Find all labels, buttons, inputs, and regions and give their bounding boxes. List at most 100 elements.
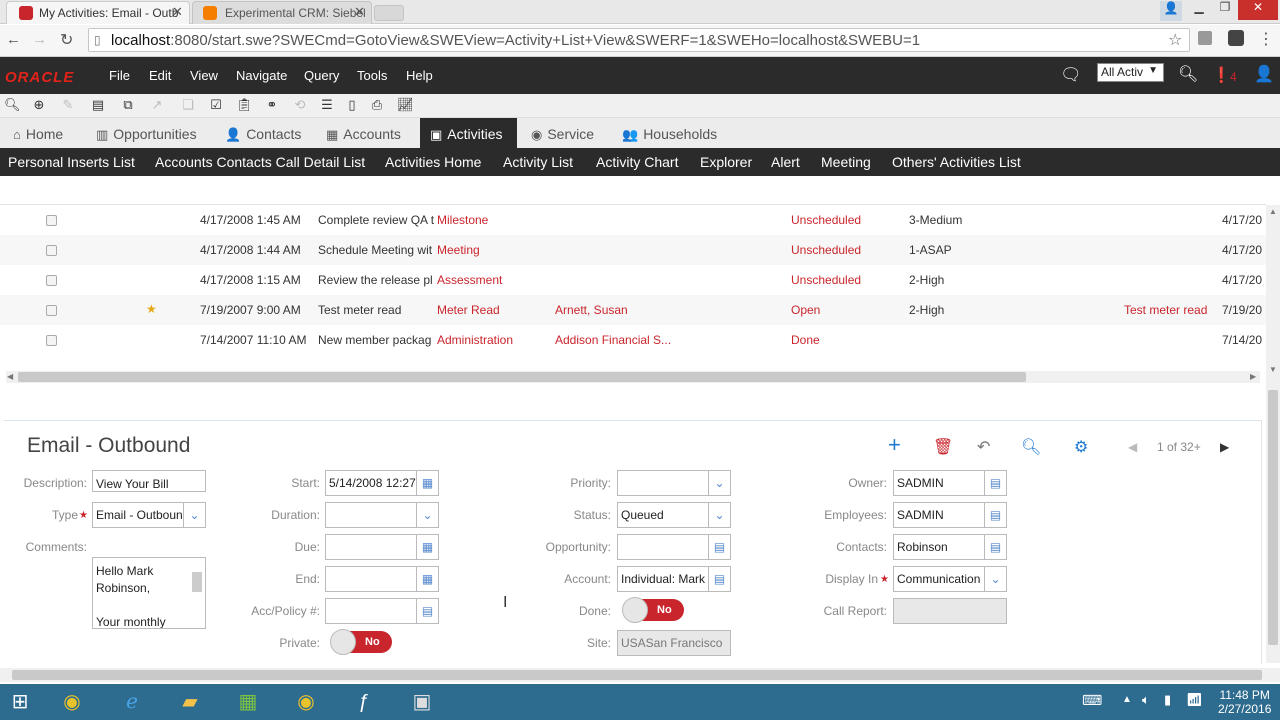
table-row[interactable]: 4/17/2008 1:15 AM Review the release pl As… <box>0 265 1266 295</box>
user-icon[interactable]: 👤 <box>1254 64 1274 84</box>
table-row[interactable]: 4/17/2008 1:45 AM Complete review QA t Mil… <box>0 205 1266 235</box>
spreadsheet-icon[interactable]: ▦ <box>228 686 268 718</box>
tab-opportunities[interactable]: ▥ Opportunities <box>96 126 197 143</box>
list-icon[interactable]: ▤ <box>90 97 106 113</box>
view-tab-explorer[interactable]: Explorer <box>700 154 752 170</box>
network-icon[interactable]: 📶︎ <box>1186 692 1203 708</box>
notification-icon[interactable]: ❗ <box>1212 66 1231 84</box>
menu-tools[interactable]: Tools <box>357 68 387 83</box>
scroll-down-icon[interactable]: ▼ <box>1269 365 1277 374</box>
contacts-field[interactable]: Robinson <box>893 534 985 560</box>
cell-contact[interactable]: Arnett, Susan <box>555 303 675 317</box>
cell-status[interactable]: Unscheduled <box>791 243 891 257</box>
battery-icon[interactable]: ▮ <box>1164 692 1171 708</box>
menu-edit[interactable]: Edit <box>149 68 171 83</box>
due-calendar-button[interactable]: ▦ <box>417 534 439 560</box>
employees-picker[interactable]: ▤ <box>985 502 1007 528</box>
comments-textarea[interactable]: Hello Mark Robinson, Your monthly <box>92 557 206 629</box>
row-select-checkbox[interactable] <box>46 305 57 316</box>
star-icon[interactable]: ★ <box>146 302 157 316</box>
table-row[interactable]: 7/14/2007 11:10 AM New member packag Admin… <box>0 325 1266 355</box>
menu-query[interactable]: Query <box>304 68 339 83</box>
duration-dropdown[interactable]: ⌄ <box>417 502 439 528</box>
scrollbar-thumb[interactable] <box>1268 390 1278 645</box>
view-tab-activities-home[interactable]: Activities Home <box>385 154 481 170</box>
undo-icon[interactable]: ↶ <box>977 437 990 457</box>
query-icon[interactable]: 🔍︎ <box>1021 437 1041 457</box>
owner-picker[interactable]: ▤ <box>985 470 1007 496</box>
browser-tab-activities[interactable]: My Activities: Email - Outb <box>6 1 190 24</box>
tab-activities[interactable]: ▣ Activities <box>430 126 503 143</box>
menu-view[interactable]: View <box>190 68 218 83</box>
cell-status[interactable]: Unscheduled <box>791 213 891 227</box>
end-calendar-button[interactable]: ▦ <box>417 566 439 592</box>
cell-status[interactable]: Open <box>791 303 891 317</box>
clipboard-icon[interactable]: 📋︎ <box>236 97 253 113</box>
tab-accounts[interactable]: ▦ Accounts <box>326 126 401 143</box>
cell-contact[interactable]: Addison Financial S... <box>555 333 675 347</box>
cell-status[interactable]: Done <box>791 333 891 347</box>
contacts-picker[interactable]: ▤ <box>985 534 1007 560</box>
start-field[interactable]: 5/14/2008 12:27 <box>325 470 417 496</box>
owner-field[interactable]: SADMIN <box>893 470 985 496</box>
view-tab-call-detail[interactable]: Accounts Contacts Call Detail List <box>155 154 365 170</box>
view-tab-personal-inserts[interactable]: Personal Inserts List <box>8 154 135 170</box>
search-scope-select[interactable]: All Activ ▼ <box>1097 63 1164 82</box>
edit-icon[interactable]: ✎ <box>60 97 76 113</box>
tab-home[interactable]: ⌂ Home <box>13 126 63 142</box>
row-select-checkbox[interactable] <box>46 275 57 286</box>
search-icon[interactable]: 🔍︎ <box>1178 64 1198 84</box>
reload-icon[interactable]: ↻ <box>60 30 73 50</box>
status-dropdown[interactable]: ⌄ <box>709 502 731 528</box>
new-tab-button[interactable] <box>374 5 404 21</box>
menu-navigate[interactable]: Navigate <box>236 68 287 83</box>
sitemap-icon[interactable]: ⧉ <box>120 97 136 113</box>
acc-policy-picker[interactable]: ▤ <box>417 598 439 624</box>
system-clock[interactable]: 11:48 PM 2/27/2016 <box>1218 688 1271 716</box>
view-tab-others-activities[interactable]: Others' Activities List <box>892 154 1021 170</box>
close-tab-icon[interactable]: ✕ <box>172 4 183 20</box>
due-field[interactable] <box>325 534 417 560</box>
chrome-icon[interactable]: ◉ <box>52 686 92 718</box>
view-tab-meeting[interactable]: Meeting <box>821 154 871 170</box>
attach-icon[interactable]: ⚭ <box>264 97 280 113</box>
cell-type[interactable]: Milestone <box>437 213 547 227</box>
done-toggle[interactable]: No <box>622 597 684 623</box>
view-tab-activity-list[interactable]: Activity List <box>503 154 573 170</box>
back-arrow-icon[interactable]: ← <box>6 31 21 48</box>
user-profile-icon[interactable]: 👤 <box>1160 1 1182 21</box>
account-field[interactable]: Individual: Mark <box>617 566 709 592</box>
cell-type[interactable]: Administration <box>437 333 547 347</box>
cell-type[interactable]: Assessment <box>437 273 547 287</box>
description-field[interactable]: View Your Bill <box>92 470 206 492</box>
type-dropdown[interactable]: ⌄ <box>184 502 206 528</box>
row-select-checkbox[interactable] <box>46 335 57 346</box>
link-icon[interactable]: ↗ <box>149 97 165 113</box>
view-tab-activity-chart[interactable]: Activity Chart <box>596 154 678 170</box>
cell-type[interactable]: Meeting <box>437 243 547 257</box>
extension-icon[interactable] <box>1198 31 1212 45</box>
display-in-field[interactable]: Communication <box>893 566 985 592</box>
video-app-icon[interactable]: ▣ <box>402 686 442 718</box>
private-toggle[interactable]: No <box>330 629 392 655</box>
menu-help[interactable]: Help <box>406 68 433 83</box>
cell-status[interactable]: Unscheduled <box>791 273 891 287</box>
windows-start-icon[interactable]: ⊞ <box>0 686 40 718</box>
duration-field[interactable] <box>325 502 417 528</box>
scrollbar-thumb[interactable] <box>192 572 202 592</box>
keyboard-icon[interactable]: ⌨ <box>1082 692 1102 709</box>
tab-households[interactable]: 👥 Households <box>622 126 717 143</box>
chrome-menu-icon[interactable]: ⋮ <box>1258 29 1274 49</box>
query-search-icon[interactable]: 🔍︎ <box>4 97 21 113</box>
employees-field[interactable]: SADMIN <box>893 502 985 528</box>
minimize-window-icon[interactable]: ▁ <box>1186 0 1212 20</box>
cell-type[interactable]: Meter Read <box>437 303 547 317</box>
document-icon[interactable]: ▯ <box>344 97 360 113</box>
close-window-icon[interactable]: ✕ <box>1238 0 1278 20</box>
row-select-checkbox[interactable] <box>46 215 57 226</box>
settings-gear-icon[interactable]: ⚙ <box>1074 437 1088 457</box>
view-tab-alert[interactable]: Alert <box>771 154 800 170</box>
scrollbar-thumb[interactable] <box>12 670 1262 680</box>
opportunity-field[interactable] <box>617 534 709 560</box>
tab-service[interactable]: ◉ Service <box>531 126 594 143</box>
